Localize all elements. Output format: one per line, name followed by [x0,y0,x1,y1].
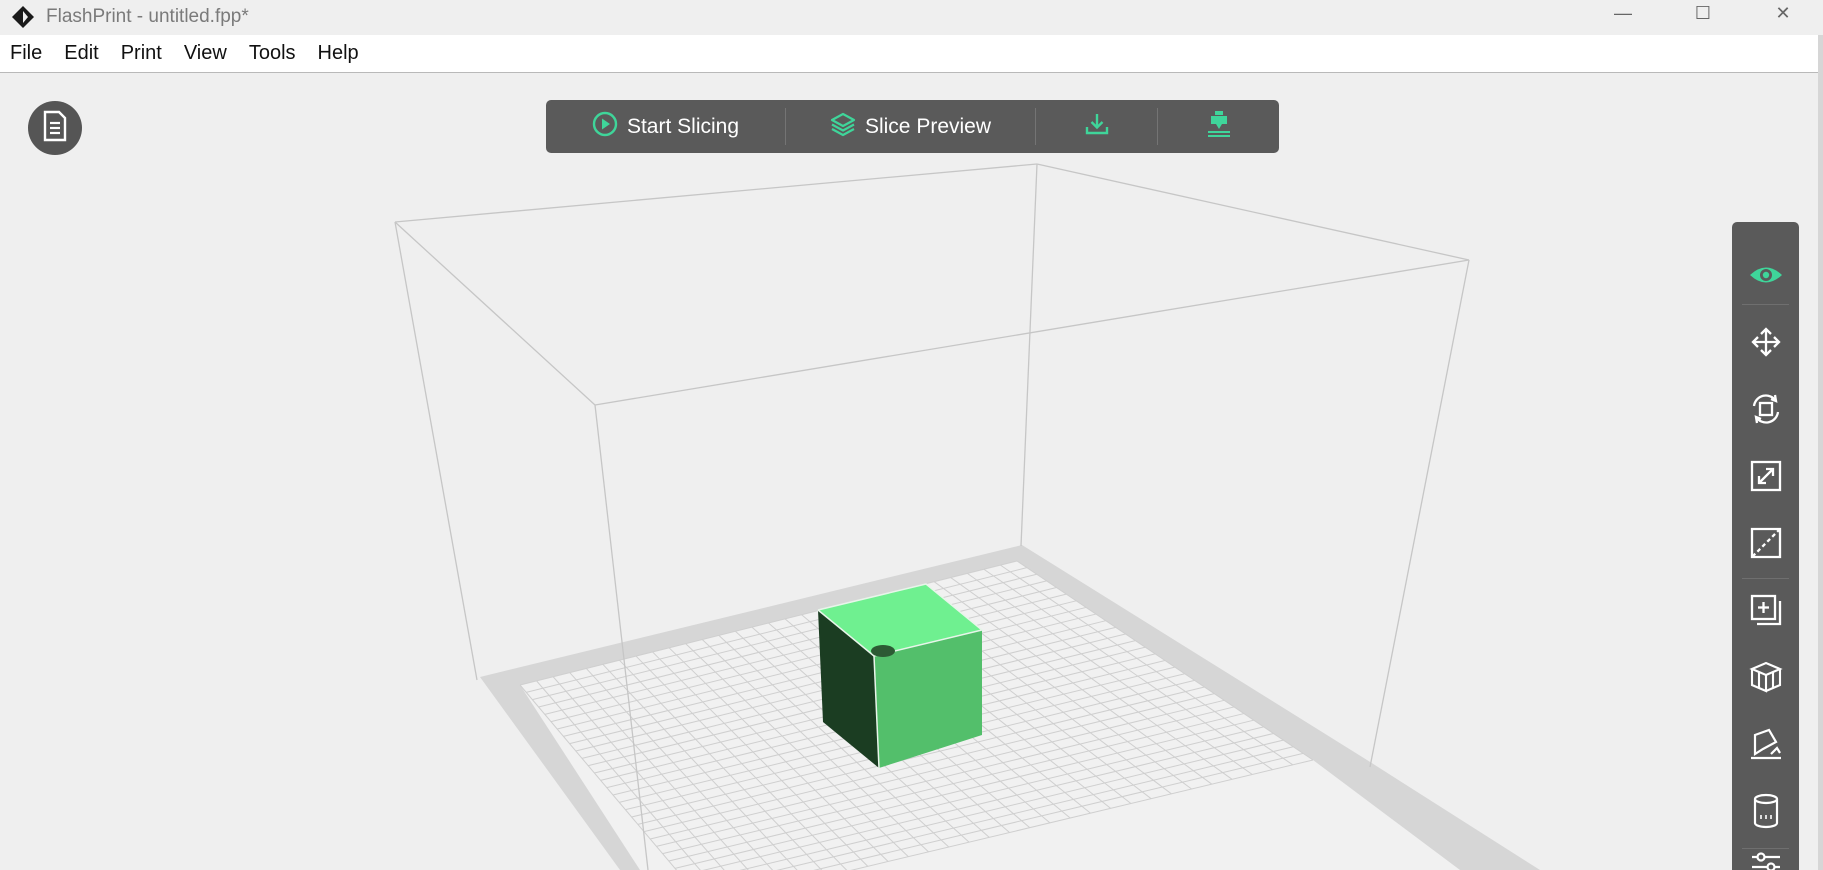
toolbar-divider [1742,578,1789,579]
start-slicing-button[interactable]: Start Slicing [546,100,785,153]
hollow-icon [1751,793,1781,834]
slicing-toolbar: Start Slicing Slice Preview [546,100,1279,153]
supports-icon [1748,660,1783,699]
file-list-button[interactable] [28,101,82,155]
add-model-icon [1749,593,1783,632]
scale-tool-button[interactable] [1732,449,1799,507]
start-slicing-label: Start Slicing [626,114,740,138]
settings-tool-button[interactable] [1732,852,1799,870]
print-button[interactable] [1158,100,1279,153]
export-button[interactable] [1036,100,1157,153]
move-tool-button[interactable] [1732,315,1799,373]
layers-icon [830,111,856,143]
slice-preview-button[interactable]: Slice Preview [786,100,1035,153]
toolbar-divider [1742,848,1789,849]
hollow-tool-button[interactable] [1732,784,1799,842]
model-tools-toolbar [1732,222,1799,870]
scale-icon [1749,459,1783,498]
play-circle-icon [592,111,618,143]
printer-nozzle-icon [1204,109,1234,145]
on-face-tool-button[interactable] [1732,717,1799,775]
add-model-tool-button[interactable] [1732,583,1799,641]
cut-icon [1749,526,1783,565]
toolbar-divider [1742,304,1789,305]
move-icon [1749,325,1783,364]
eye-icon [1748,262,1784,293]
download-icon [1084,111,1110,143]
supports-tool-button[interactable] [1732,650,1799,708]
on-face-icon [1749,727,1783,766]
cut-tool-button[interactable] [1732,516,1799,574]
view-tool-button[interactable] [1732,248,1799,306]
rotate-icon [1749,392,1783,431]
slice-preview-label: Slice Preview [864,114,992,138]
rotate-tool-button[interactable] [1732,382,1799,440]
build-plate [520,561,1460,870]
document-icon [41,110,69,147]
window-border [1818,35,1823,870]
settings-sliders-icon [1749,852,1783,870]
